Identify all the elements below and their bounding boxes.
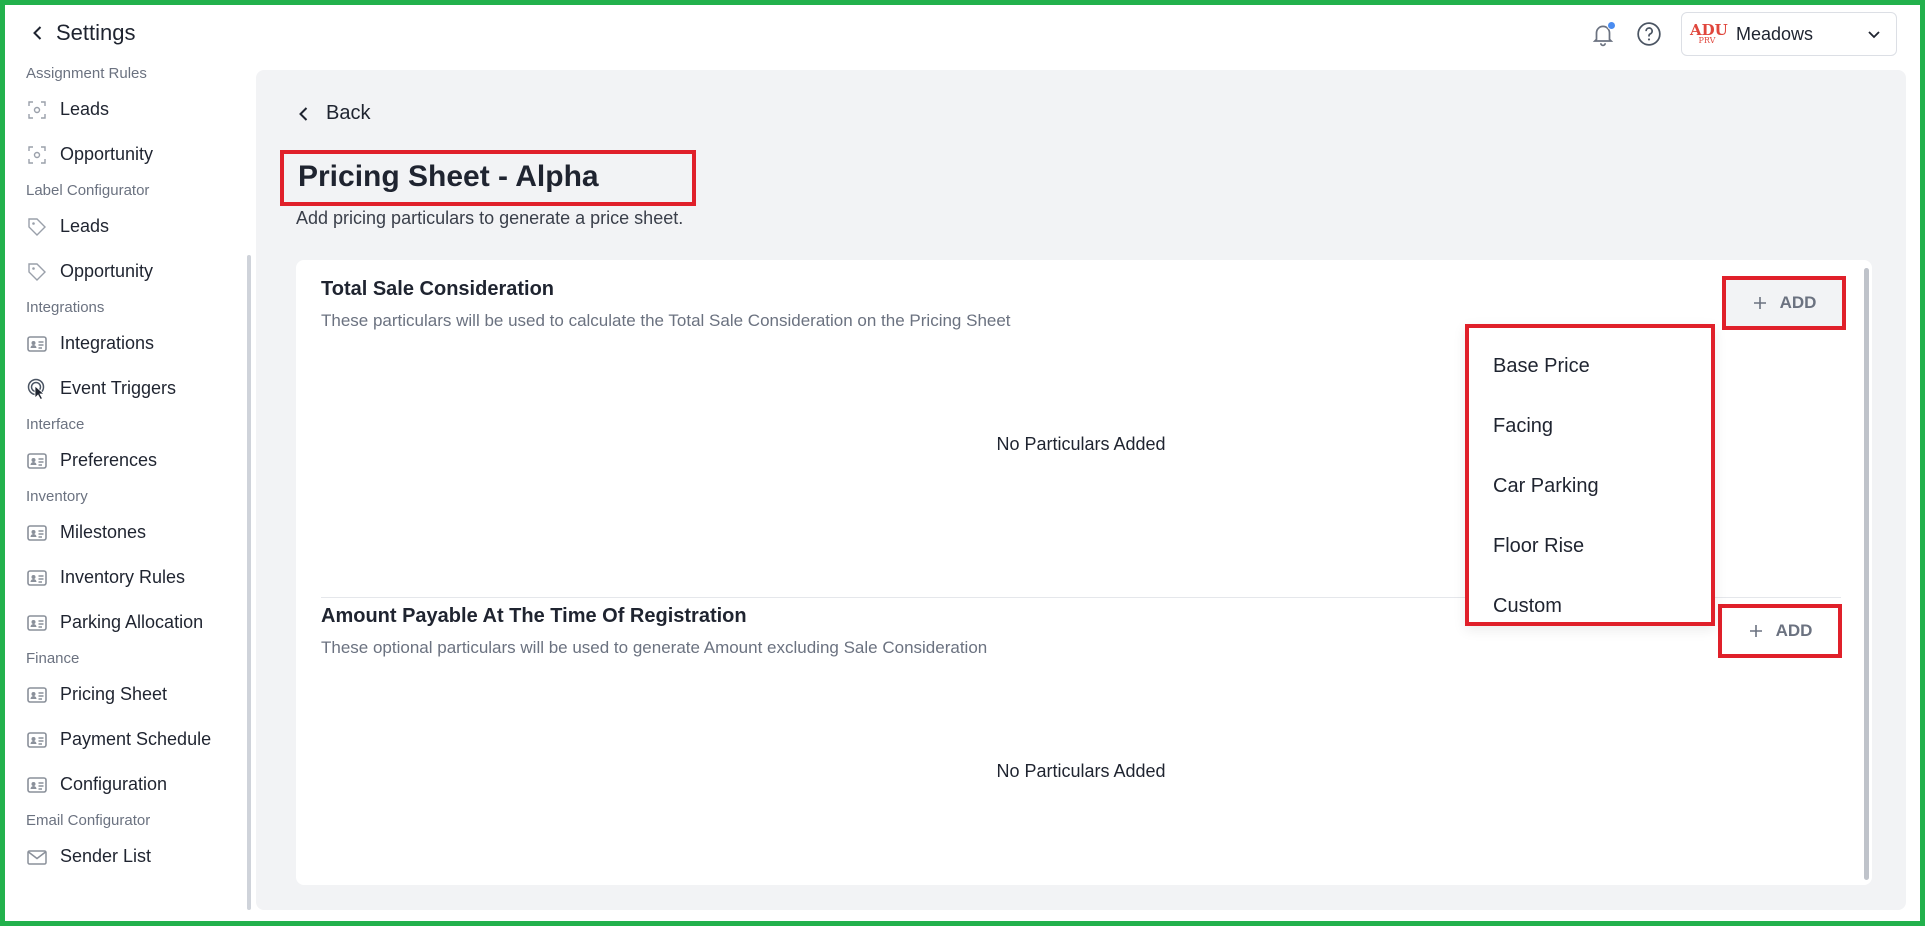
sidebar-item-label: Configuration [60,774,168,794]
id-card-icon [26,522,48,544]
sidebar-item-inventory-rules[interactable]: Inventory Rules [12,555,250,600]
dropdown-option-base-price[interactable]: Base Price [1469,336,1711,396]
sidebar-section-heading: Email Configurator [26,812,151,829]
page-title: Pricing Sheet - Alpha [280,150,696,206]
particulars-dropdown-menu: Base Price Facing Car Parking Floor Rise Cus… [1465,324,1715,626]
plus-icon [1749,625,1762,637]
account-selector[interactable]: ADU PRV Meadows [1681,12,1897,56]
sidebar-section-heading: Label Configurator [26,182,150,199]
id-card-icon [26,450,48,472]
chevron-left-icon [33,26,42,40]
sidebar-item-label: Pricing Sheet [60,684,168,704]
sidebar-item-label: Sender List [60,846,152,866]
dropdown-option-facing[interactable]: Facing [1469,396,1711,456]
sidebar-item-configuration[interactable]: Configuration [12,762,250,807]
notification-dot [1607,21,1616,30]
sidebar-item-pricing-sheet[interactable]: Pricing Sheet [12,672,250,717]
plus-icon [1753,297,1766,309]
id-card-icon [26,333,48,355]
section-title: Total Sale Consideration [321,278,554,300]
sidebar-item-integrations[interactable]: Integrations [12,321,250,366]
empty-state: No Particulars Added [996,761,1166,781]
sidebar-item-preferences[interactable]: Preferences [12,438,250,483]
id-card-icon [26,774,48,796]
sidebar-section-heading: Inventory [26,488,88,505]
back-label: Back [326,102,371,124]
sidebar-item-label: Payment Schedule [60,729,212,749]
company-logo: ADU PRV [1690,21,1728,45]
sidebar-item-label: Event Triggers [60,378,177,398]
sidebar-item-label: Leads [60,99,110,119]
page-subtitle: Add pricing particulars to generate a pr… [296,208,684,228]
sidebar-section-heading: Finance [26,650,80,667]
target-icon [26,99,48,121]
tag-icon [26,216,48,238]
add-optional-particular-button[interactable]: ADD [1718,604,1842,658]
sidebar-section-heading: Interface [26,416,85,433]
back-link[interactable]: Back [296,102,370,125]
sidebar-scrollbar[interactable] [247,255,251,910]
settings-back-label: Settings [56,20,136,45]
sidebar-item-opportunity[interactable]: Opportunity [12,249,250,294]
chevron-down-icon [1868,31,1880,39]
help-button[interactable] [1635,20,1663,48]
sidebar-item-milestones[interactable]: Milestones [12,510,250,555]
header-actions: ADU PRV Meadows [1589,12,1897,56]
settings-back-link[interactable]: Settings [30,20,136,46]
add-particular-button[interactable]: ADD [1722,276,1846,330]
tap-icon [26,378,48,400]
notifications-button[interactable] [1589,20,1617,48]
dropdown-option-custom[interactable]: Custom [1469,576,1711,636]
account-name: Meadows [1736,23,1814,44]
sidebar-item-label: Preferences [60,450,158,470]
sidebar-item-label: Inventory Rules [60,567,186,587]
sidebar-item-label: Leads [60,216,110,236]
amount-payable-section: Amount Payable At The Time Of Registrati… [321,605,1841,865]
sidebar-item-event-triggers[interactable]: Event Triggers [12,366,250,411]
sidebar-item-label: Opportunity [60,144,154,164]
id-card-icon [26,612,48,634]
sidebar-section-heading: Integrations [26,299,105,316]
tag-icon [26,261,48,283]
id-card-icon [26,684,48,706]
sidebar-item-sender-list[interactable]: Sender List [12,834,250,879]
sidebar-item-leads[interactable]: Leads [12,204,250,249]
id-card-icon [26,729,48,751]
sidebar-item-label: Integrations [60,333,155,353]
add-button-label: ADD [1779,293,1817,312]
sidebar-item-leads[interactable]: Leads [12,87,250,132]
settings-sidebar: Assignment Rules Leads Opportunity Label Co… [12,60,250,910]
section-description: These optional particulars will be used … [321,638,988,657]
sidebar-item-label: Parking Allocation [60,612,204,632]
dropdown-option-floor-rise[interactable]: Floor Rise [1469,516,1711,576]
sidebar-item-payment-schedule[interactable]: Payment Schedule [12,717,250,762]
sidebar-section-heading: Assignment Rules [26,65,147,82]
dropdown-option-car-parking[interactable]: Car Parking [1469,456,1711,516]
id-card-icon [26,567,48,589]
sidebar-item-parking-allocation[interactable]: Parking Allocation [12,600,250,645]
sidebar-item-label: Milestones [60,522,147,542]
card-scrollbar[interactable] [1864,268,1869,880]
mail-icon [26,846,48,868]
sidebar-item-opportunity[interactable]: Opportunity [12,132,250,177]
chevron-left-icon [299,106,308,121]
target-icon [26,144,48,166]
add-button-label: ADD [1775,621,1813,640]
help-icon [1637,22,1661,46]
sidebar-item-label: Opportunity [60,261,154,281]
